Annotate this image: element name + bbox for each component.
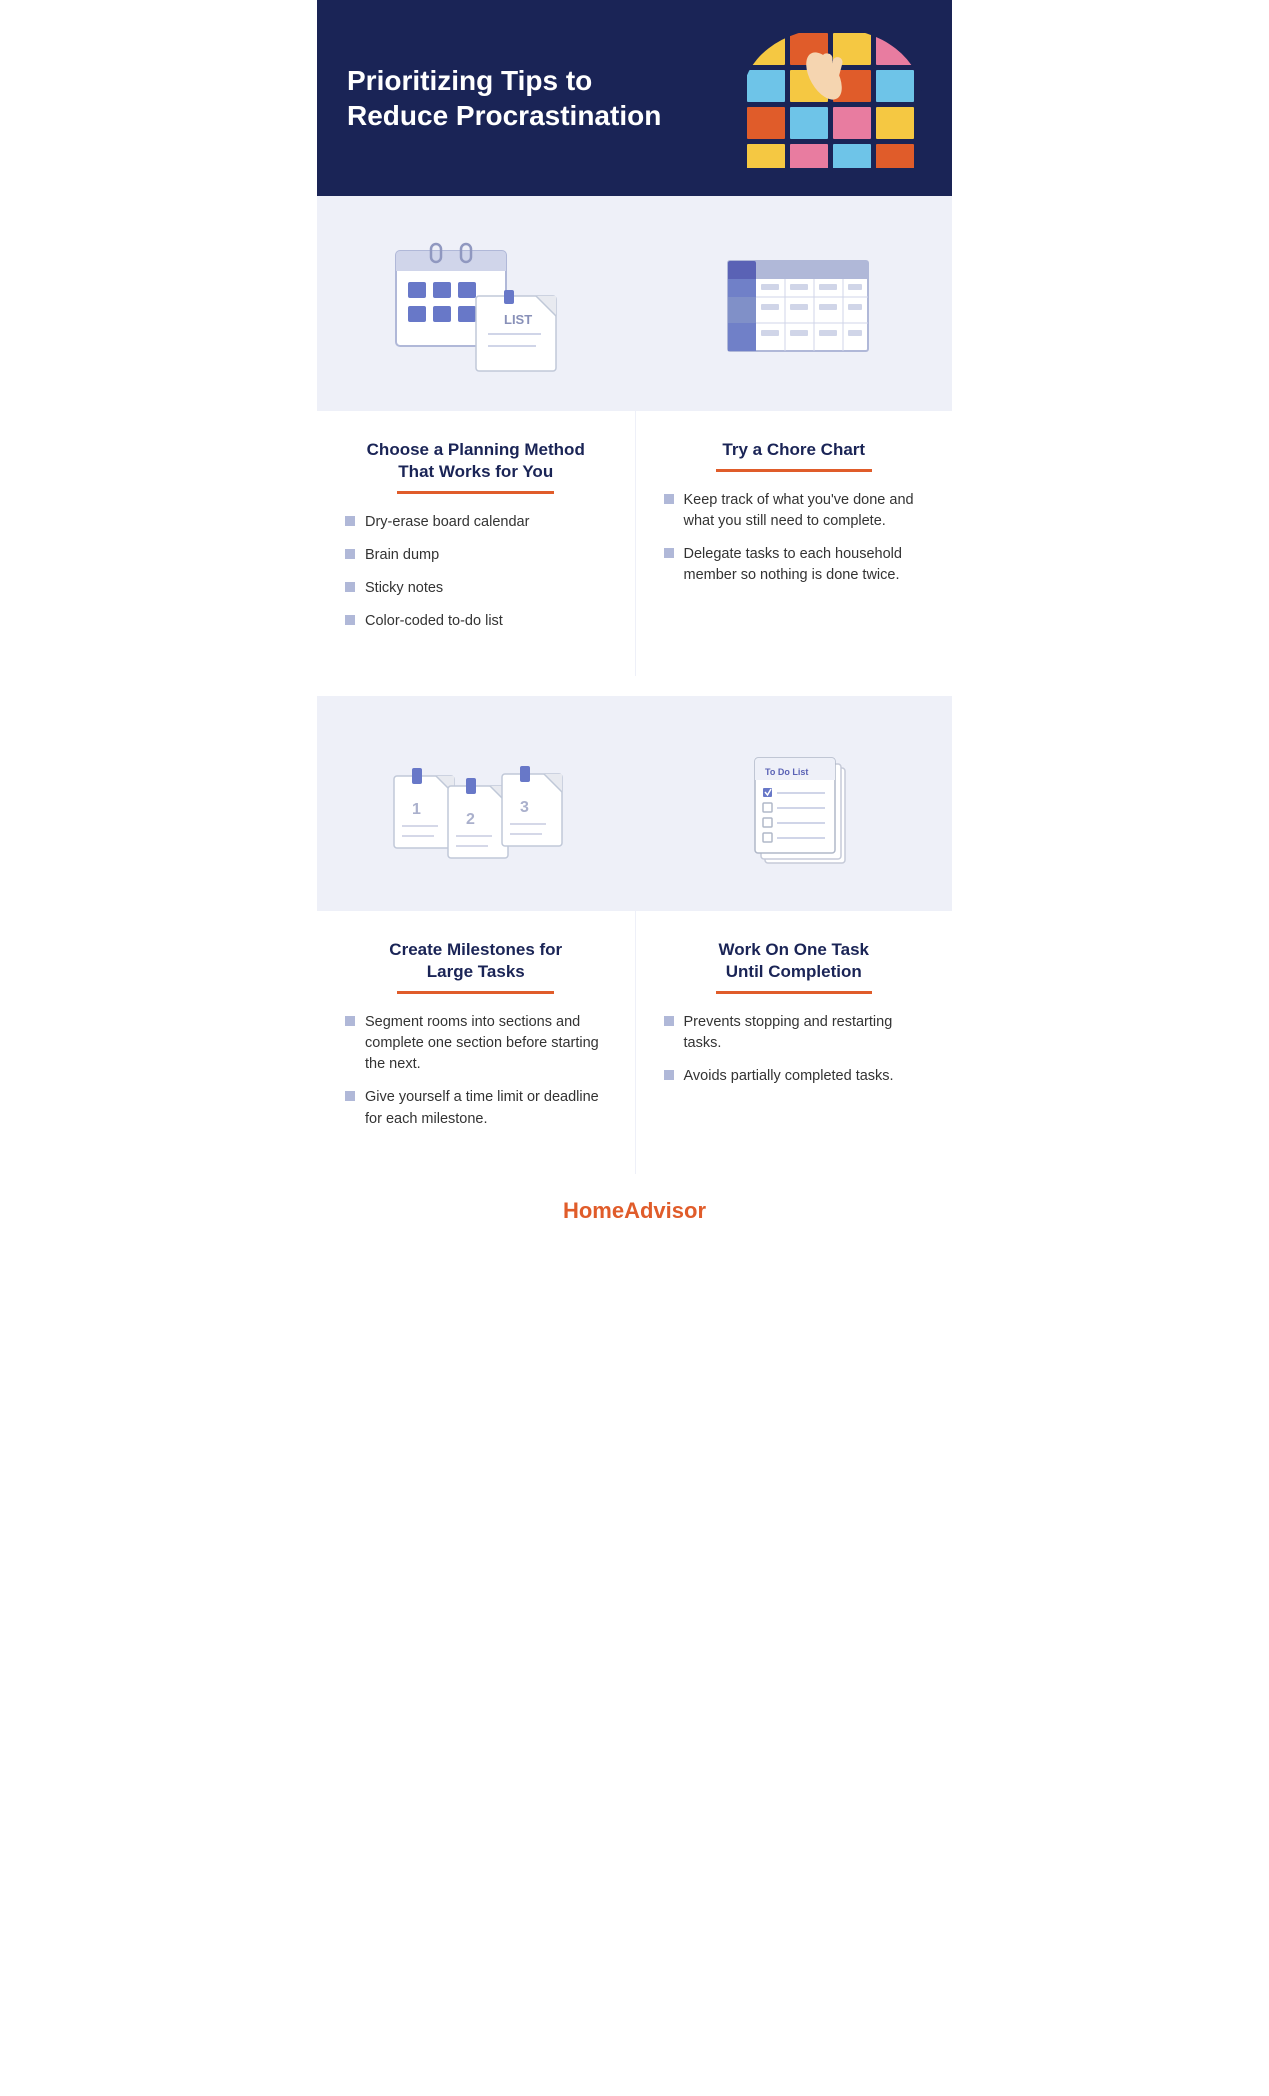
list-item: Segment rooms into sections and complete… [345, 1012, 607, 1075]
section3-title-text: Create Milestones for Large Tasks [389, 940, 562, 981]
milestones-illustration: 1 2 3 [317, 696, 635, 911]
chore-chart-svg [693, 226, 893, 381]
list-item: Avoids partially completed tasks. [664, 1066, 925, 1087]
text-row-2: Create Milestones for Large Tasks Segmen… [317, 911, 952, 1173]
svg-text:3: 3 [520, 799, 529, 816]
todo-list-svg: To Do List [693, 726, 893, 881]
section3-title: Create Milestones for Large Tasks [345, 939, 607, 983]
section2-rule [716, 469, 872, 472]
divider1 [317, 676, 952, 696]
list-item: Delegate tasks to each household member … [664, 544, 925, 586]
calendar-list-svg: LIST [376, 226, 576, 381]
header-illustration [742, 28, 922, 168]
section4-title-text: Work On One Task Until Completion [718, 940, 869, 981]
text-row-1: Choose a Planning Method That Works for … [317, 411, 952, 676]
header-title: Prioritizing Tips to Reduce Procrastinat… [347, 63, 663, 133]
section4-rule [716, 991, 872, 994]
milestones-svg: 1 2 3 [376, 726, 576, 881]
section2-content: Try a Chore Chart Keep track of what you… [635, 411, 953, 676]
section3-bullets: Segment rooms into sections and complete… [345, 1012, 607, 1129]
bullet-icon [664, 494, 674, 504]
bottom-grid: 1 2 3 [317, 696, 952, 911]
section1-title-text: Choose a Planning Method That Works for … [367, 440, 585, 481]
svg-text:LIST: LIST [504, 312, 532, 327]
bullet-icon [345, 1016, 355, 1026]
section1-bullets: Dry-erase board calendar Brain dump Sticky… [345, 512, 607, 632]
list-item: Keep track of what you've done and what … [664, 490, 925, 532]
bullet-icon [345, 549, 355, 559]
list-item: Brain dump [345, 545, 607, 566]
calendar-illustration: LIST [317, 196, 635, 411]
section2-title: Try a Chore Chart [664, 439, 925, 461]
list-item: Sticky notes [345, 578, 607, 599]
header: Prioritizing Tips to Reduce Procrastinat… [317, 0, 952, 196]
bullet-icon [345, 615, 355, 625]
svg-text:1: 1 [412, 801, 421, 818]
sticky-notes-svg [742, 28, 922, 168]
section3-content: Create Milestones for Large Tasks Segmen… [317, 911, 635, 1173]
section4-bullets: Prevents stopping and restarting tasks. A… [664, 1012, 925, 1087]
list-item: Give yourself a time limit or deadline f… [345, 1087, 607, 1129]
bullet-icon [345, 516, 355, 526]
bullet-icon [664, 1016, 674, 1026]
list-item: Dry-erase board calendar [345, 512, 607, 533]
bullet-icon [664, 548, 674, 558]
todo-list-illustration: To Do List [635, 696, 953, 911]
section1-title: Choose a Planning Method That Works for … [345, 439, 607, 483]
svg-text:2: 2 [466, 811, 475, 828]
svg-text:To Do List: To Do List [765, 767, 808, 777]
list-item: Prevents stopping and restarting tasks. [664, 1012, 925, 1054]
list-item: Color-coded to-do list [345, 611, 607, 632]
section4-content: Work On One Task Until Completion Preven… [635, 911, 953, 1173]
section4-title: Work On One Task Until Completion [664, 939, 925, 983]
section1-content: Choose a Planning Method That Works for … [317, 411, 635, 676]
bullet-icon [345, 1091, 355, 1101]
footer: HomeAdvisor [317, 1174, 952, 1248]
section1-rule [397, 491, 554, 494]
footer-logo-home: Home [563, 1198, 624, 1223]
section2-bullets: Keep track of what you've done and what … [664, 490, 925, 586]
bullet-icon [664, 1070, 674, 1080]
chore-chart-illustration [635, 196, 953, 411]
footer-logo: HomeAdvisor [341, 1198, 928, 1224]
bullet-icon [345, 582, 355, 592]
top-grid: LIST [317, 196, 952, 411]
footer-logo-advisor: Advisor [624, 1198, 706, 1223]
section3-rule [397, 991, 554, 994]
